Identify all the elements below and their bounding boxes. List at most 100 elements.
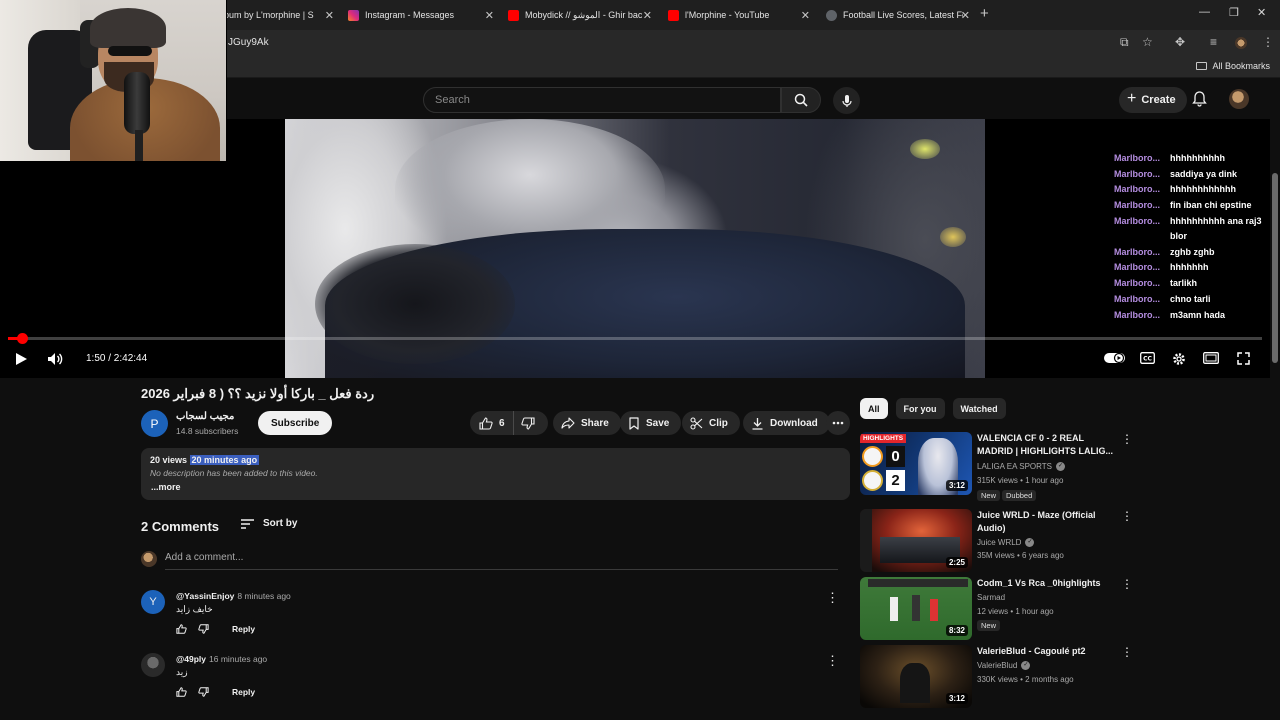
video-menu-icon[interactable]: ⋮ — [1121, 645, 1133, 659]
theater-mode-button[interactable] — [1203, 352, 1219, 364]
page-scrollbar[interactable] — [1270, 119, 1280, 720]
media-icon[interactable]: ≡ — [1210, 35, 1217, 49]
play-button[interactable] — [14, 352, 28, 366]
tab-instagram[interactable]: Instagram - Messages ✕ — [348, 4, 494, 26]
more-actions-button[interactable] — [826, 411, 850, 435]
comment-time[interactable]: 8 minutes ago — [237, 591, 290, 601]
channel-name[interactable]: Sarmad — [977, 593, 1005, 602]
bookmark-star-icon[interactable]: ☆ — [1142, 35, 1153, 49]
extensions-icon[interactable]: ✥ — [1175, 35, 1185, 49]
recommended-video[interactable]: 3:12 ValerieBlud - Cagoulé pt2 ValerieBl… — [860, 645, 1135, 709]
comment-time[interactable]: 16 minutes ago — [209, 654, 267, 664]
tab-close-icon[interactable]: ✕ — [801, 9, 810, 22]
clip-button[interactable]: Clip — [682, 411, 740, 435]
download-label: Download — [770, 417, 818, 429]
channel-name[interactable]: LALIGA EA SPORTS — [977, 462, 1052, 471]
tab-close-icon[interactable]: ✕ — [961, 9, 970, 22]
fullscreen-icon — [1237, 352, 1250, 365]
subscribe-button[interactable]: Subscribe — [258, 411, 333, 435]
tab-mobydick[interactable]: Mobydick // الموشو - Ghir bac ✕ — [508, 4, 652, 26]
account-avatar[interactable] — [1229, 89, 1249, 109]
commenter-avatar[interactable] — [141, 653, 165, 677]
video-menu-icon[interactable]: ⋮ — [1121, 432, 1133, 446]
profile-avatar[interactable] — [1235, 37, 1247, 49]
scrubber-handle[interactable] — [17, 333, 28, 344]
like-button[interactable]: 6 — [470, 411, 514, 435]
show-more-link[interactable]: ...more — [151, 482, 181, 492]
volume-button[interactable] — [47, 352, 64, 366]
video-title[interactable]: Juice WRLD - Maze (Official Audio) — [977, 509, 1117, 535]
search-input[interactable] — [424, 88, 780, 112]
video-title[interactable]: ValerieBlud - Cagoulé pt2 — [977, 645, 1117, 658]
autoplay-toggle[interactable] — [1104, 352, 1126, 364]
video-thumbnail[interactable]: 3:12 — [860, 645, 972, 708]
tab-spotify-album[interactable]: Album by L'morphine | S ✕ — [216, 4, 334, 26]
dislike-button[interactable] — [514, 411, 548, 435]
settings-button[interactable] — [1172, 352, 1186, 366]
scrollbar-thumb[interactable] — [1272, 173, 1278, 363]
video-thumbnail[interactable]: HIGHLIGHTS 0 2 3:12 — [860, 432, 972, 495]
video-title[interactable]: Codm_1 Vs Rca _0highlights — [977, 577, 1117, 590]
live-chat-overlay: Marlboro... hhhhhhhhhh Marlboro... saddiya… — [1114, 151, 1270, 323]
download-button[interactable]: Download — [743, 411, 830, 435]
reply-button[interactable]: Reply — [232, 687, 255, 697]
sort-by-button[interactable]: Sort by — [240, 518, 297, 529]
browser-menu-icon[interactable]: ⋮ — [1262, 35, 1274, 49]
video-menu-icon[interactable]: ⋮ — [1121, 577, 1133, 591]
all-bookmarks[interactable]: All Bookmarks — [1196, 61, 1270, 71]
description-box[interactable]: 20 views 20 minutes ago No description h… — [141, 448, 850, 500]
fullscreen-button[interactable] — [1237, 352, 1250, 365]
new-tab-icon[interactable]: + — [980, 5, 989, 22]
close-window-icon[interactable]: ✕ — [1257, 6, 1266, 19]
chip-for-you[interactable]: For you — [895, 398, 945, 419]
url-text[interactable]: JGuy9Ak — [228, 37, 269, 48]
restore-icon[interactable]: ❐ — [1229, 6, 1239, 19]
voice-search-button[interactable] — [833, 87, 860, 114]
add-comment-input[interactable]: Add a comment... — [165, 552, 838, 570]
video-thumbnail[interactable]: 8:32 — [860, 577, 972, 640]
all-bookmarks-label: All Bookmarks — [1212, 61, 1270, 71]
chip-all[interactable]: All — [860, 398, 888, 419]
channel-name[interactable]: Juice WRLD — [977, 538, 1021, 547]
search-field[interactable] — [423, 87, 781, 113]
comment-author[interactable]: @49ply — [176, 654, 206, 664]
captions-button[interactable]: CC — [1140, 352, 1155, 364]
channel-name[interactable]: ValerieBlud — [977, 661, 1017, 670]
minimize-icon[interactable]: — — [1199, 6, 1210, 18]
notifications-bell-icon[interactable] — [1192, 91, 1207, 107]
channel-name[interactable]: مجيب لسجاب — [176, 411, 234, 422]
recommended-video[interactable]: 8:32 Codm_1 Vs Rca _0highlights Sarmad 1… — [860, 577, 1135, 641]
recommended-video[interactable]: 2:25 Juice WRLD - Maze (Official Audio) … — [860, 509, 1135, 573]
reply-button[interactable]: Reply — [232, 624, 255, 634]
comment-menu-icon[interactable]: ⋮ — [826, 590, 839, 606]
tab-football-scores[interactable]: Football Live Scores, Latest Foo ✕ — [826, 4, 970, 26]
comment-like-button[interactable] — [176, 624, 198, 634]
share-button[interactable]: Share — [553, 411, 621, 435]
theater-mode-icon — [1203, 352, 1219, 364]
tab-close-icon[interactable]: ✕ — [485, 9, 494, 22]
channel-avatar[interactable]: P — [141, 410, 168, 437]
recommended-video[interactable]: HIGHLIGHTS 0 2 3:12 VALENCIA CF 0 - 2 RE… — [860, 432, 1135, 501]
save-button[interactable]: Save — [620, 411, 682, 435]
more-horizontal-icon — [832, 421, 844, 425]
time-display: 1:50 / 2:42:44 — [86, 353, 148, 364]
install-icon[interactable]: ⧉ — [1120, 35, 1129, 50]
tab-close-icon[interactable]: ✕ — [643, 9, 652, 22]
video-title[interactable]: VALENCIA CF 0 - 2 REAL MADRID | HIGHLIGH… — [977, 432, 1117, 458]
search-button[interactable] — [781, 87, 821, 113]
progress-bar[interactable] — [8, 333, 1262, 344]
video-thumbnail[interactable]: 2:25 — [860, 509, 972, 572]
comment-menu-icon[interactable]: ⋮ — [826, 653, 839, 669]
create-button[interactable]: + Create — [1119, 87, 1187, 113]
commenter-avatar[interactable]: Y — [141, 590, 165, 614]
thumbs-up-icon — [176, 687, 187, 697]
video-stats: 35M views • 6 years ago — [977, 551, 1064, 560]
tab-close-icon[interactable]: ✕ — [325, 9, 334, 22]
comment-dislike-button[interactable] — [198, 687, 220, 697]
comment-author[interactable]: @YassinEnjoy — [176, 591, 234, 601]
comment-dislike-button[interactable] — [198, 624, 220, 634]
comment-like-button[interactable] — [176, 687, 198, 697]
chip-watched[interactable]: Watched — [952, 398, 1006, 419]
video-menu-icon[interactable]: ⋮ — [1121, 509, 1133, 523]
tab-youtube-lmorphine[interactable]: l'Morphine - YouTube ✕ — [668, 4, 810, 26]
